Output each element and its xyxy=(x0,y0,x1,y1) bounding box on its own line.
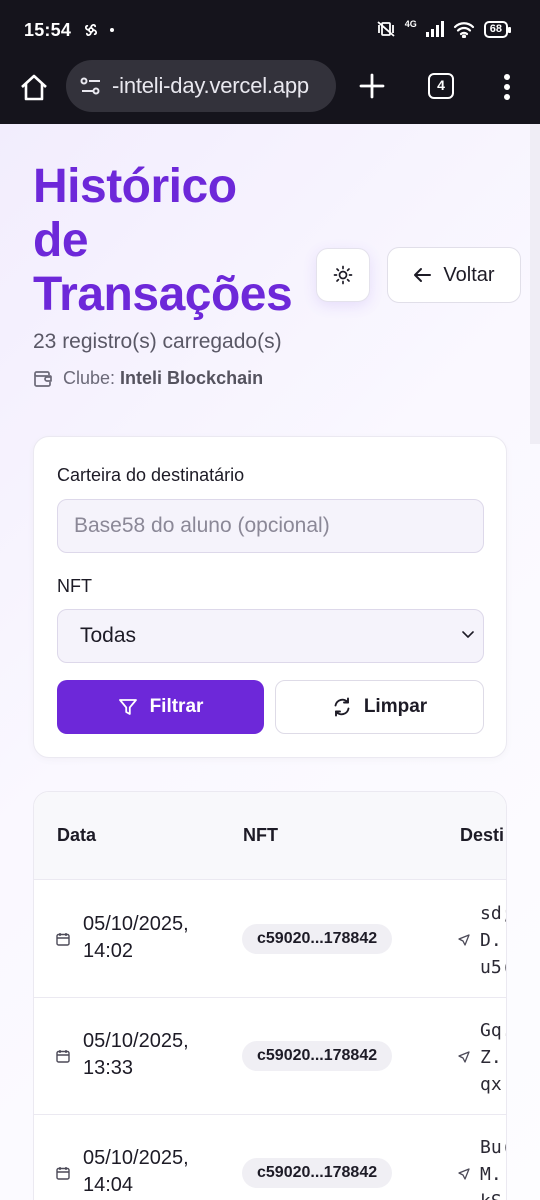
signal-icon xyxy=(425,21,444,37)
back-button[interactable]: Voltar xyxy=(387,247,521,303)
table-row[interactable]: 05/10/2025, 14:04 c59020...178842 Bu( M.… xyxy=(34,1115,506,1200)
clear-button-label: Limpar xyxy=(363,696,428,717)
calendar-icon xyxy=(56,1167,70,1180)
wallet-label: Carteira do destinatário xyxy=(57,465,245,485)
row-date-time: 14:02 xyxy=(83,940,134,962)
transactions-table: Data NFT Desti 05/10/2025, 14:02 c59020.… xyxy=(33,791,507,1200)
row-date-day: 05/10/2025, xyxy=(83,913,189,935)
nft-badge: c59020...178842 xyxy=(242,924,393,954)
url-text[interactable]: -inteli-day.vercel.app xyxy=(112,73,309,99)
row-destination: sd; D. u5( xyxy=(480,903,506,978)
page-title-line: Histórico xyxy=(33,160,237,213)
row-date: 05/10/2025, 13:33 xyxy=(83,1028,189,1082)
site-settings-icon[interactable] xyxy=(80,77,102,95)
clear-button[interactable]: Limpar xyxy=(275,680,484,734)
network-type: 4G xyxy=(404,19,417,29)
status-bar: 15:54 4G 68 xyxy=(0,0,540,60)
filter-button[interactable]: Filtrar xyxy=(57,680,264,734)
dot-icon xyxy=(110,28,114,32)
column-header-nft: NFT xyxy=(243,825,278,845)
page-title: Histórico de Transações xyxy=(33,160,293,322)
page-title-line: Transações xyxy=(33,268,293,321)
page-title-line: de xyxy=(33,214,89,267)
column-header-destination: Desti xyxy=(460,825,505,845)
mute-vibrate-icon xyxy=(377,21,395,37)
wallet-icon xyxy=(34,370,52,387)
arrow-left-icon xyxy=(414,268,432,282)
club-info: Clube: Inteli Blockchain xyxy=(33,368,263,389)
tabs-icon[interactable]: 4 xyxy=(428,73,454,99)
nft-badge: c59020...178842 xyxy=(242,1158,393,1188)
row-date-time: 13:33 xyxy=(83,1057,134,1079)
row-date-time: 14:04 xyxy=(83,1174,134,1196)
table-row[interactable]: 05/10/2025, 14:02 c59020...178842 sd; D.… xyxy=(34,881,506,998)
page-scroll-edge xyxy=(530,124,540,444)
plus-icon[interactable] xyxy=(358,72,386,100)
filter-panel: Carteira do destinatário Base58 do aluno… xyxy=(33,436,507,758)
battery-icon: 68 xyxy=(483,20,512,38)
chevron-down-icon xyxy=(462,631,474,638)
filter-button-label: Filtrar xyxy=(149,696,204,717)
nft-select[interactable]: Todas xyxy=(57,609,484,663)
row-destination: Gq. Z. qx| xyxy=(480,1020,506,1095)
calendar-icon xyxy=(56,1050,70,1063)
fan-icon xyxy=(84,23,98,37)
row-destination: Bu( M. kS. xyxy=(480,1137,506,1200)
status-time: 15:54 xyxy=(24,20,72,40)
club-name: Inteli Blockchain xyxy=(120,368,264,388)
page-content: Histórico de Transações Voltar 23 regist… xyxy=(0,124,540,1200)
theme-toggle-button[interactable] xyxy=(316,248,370,302)
browser-toolbar: -inteli-day.vercel.app 4 xyxy=(0,60,540,124)
back-button-label: Voltar xyxy=(443,263,495,286)
address-bar[interactable]: -inteli-day.vercel.app xyxy=(66,60,336,112)
nft-select-value: Todas xyxy=(80,624,137,647)
row-date: 05/10/2025, 14:04 xyxy=(83,1145,189,1199)
column-header-date: Data xyxy=(57,825,97,845)
sun-icon xyxy=(333,265,353,285)
table-header: Data NFT Desti xyxy=(34,792,506,880)
table-row[interactable]: 05/10/2025, 13:33 c59020...178842 Gq. Z.… xyxy=(34,998,506,1115)
calendar-icon xyxy=(56,933,70,946)
home-icon[interactable] xyxy=(18,72,50,104)
send-icon xyxy=(458,1051,470,1063)
row-date-day: 05/10/2025, xyxy=(83,1147,189,1169)
menu-icon[interactable] xyxy=(498,72,516,102)
wallet-input[interactable]: Base58 do aluno (opcional) xyxy=(57,499,484,553)
row-date-day: 05/10/2025, xyxy=(83,1030,189,1052)
filter-icon xyxy=(118,699,137,715)
row-date: 05/10/2025, 14:02 xyxy=(83,911,189,965)
nft-badge: c59020...178842 xyxy=(242,1041,393,1071)
nft-label: NFT xyxy=(57,576,92,596)
send-icon xyxy=(458,934,470,946)
send-icon xyxy=(458,1168,470,1180)
club-label: Clube: xyxy=(63,368,116,388)
wifi-icon xyxy=(453,21,474,38)
refresh-icon xyxy=(334,697,350,717)
records-count: 23 registro(s) carregado(s) xyxy=(33,330,282,353)
